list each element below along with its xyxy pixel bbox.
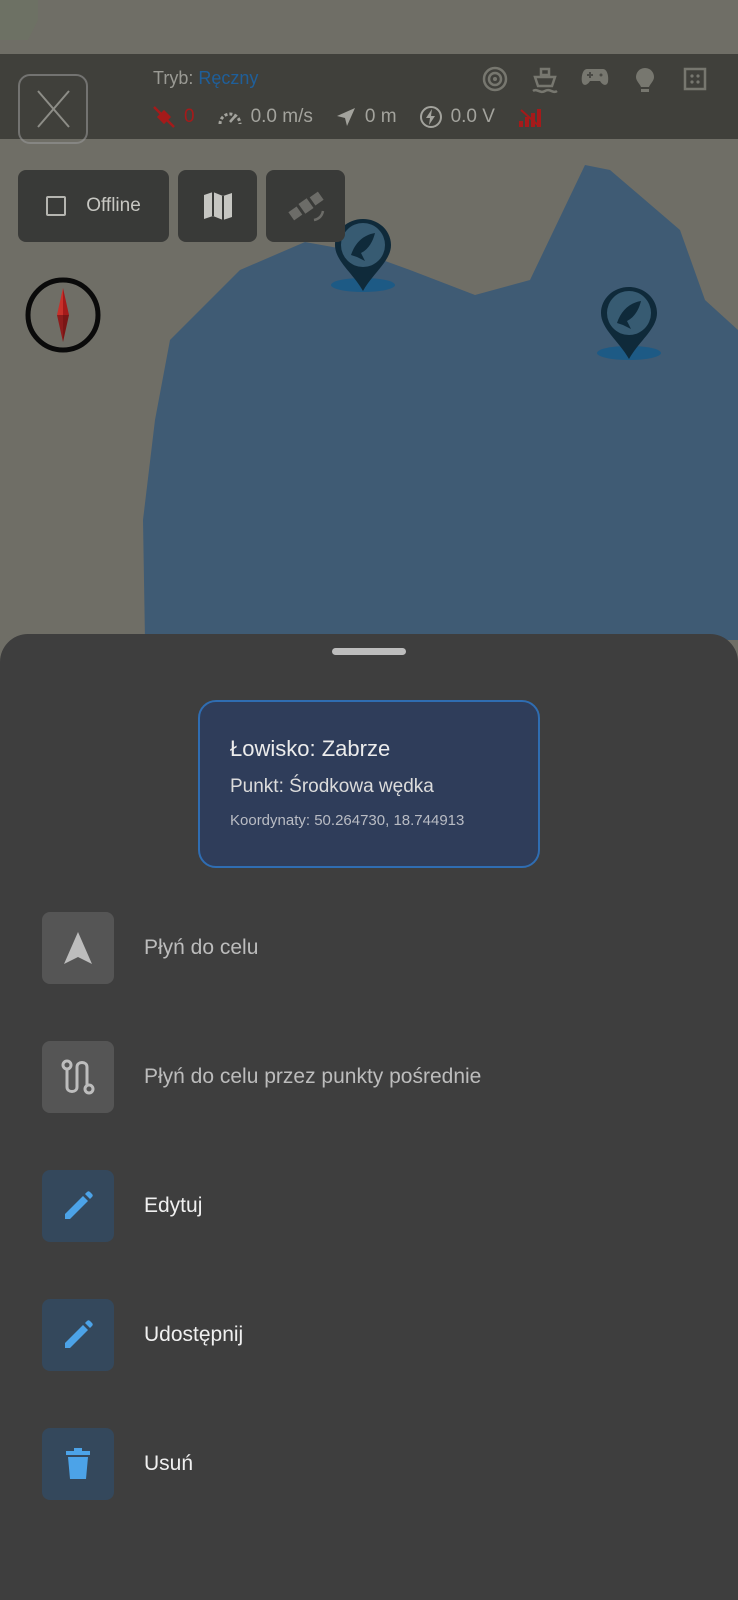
speedometer-icon <box>218 112 242 125</box>
trash-icon <box>66 1448 90 1479</box>
route-icon <box>61 1059 95 1095</box>
pencil-icon <box>65 1191 93 1219</box>
offline-toggle[interactable]: Offline <box>18 170 169 242</box>
action-label: Płyń do celu przez punkty pośrednie <box>144 1065 482 1088</box>
close-button[interactable] <box>18 74 88 144</box>
distance-stat: 0 m <box>335 106 397 128</box>
toolbar-icons <box>470 66 720 96</box>
speed-stat: 0.0 m/s <box>217 106 313 128</box>
offline-label: Offline <box>86 195 141 216</box>
lightbulb-icon <box>636 68 654 92</box>
telemetry-row: 0 0.0 m/s 0 m 0.0 V <box>152 104 573 130</box>
voltage-value: 0.0 V <box>450 106 495 127</box>
action-edit[interactable]: Edytuj <box>42 1170 692 1242</box>
point-name: Punkt: Środkowa wędka <box>230 776 434 797</box>
grid-button[interactable] <box>670 66 720 96</box>
distance-value: 0 m <box>364 106 397 127</box>
action-icon-box <box>42 912 114 984</box>
light-button[interactable] <box>620 66 670 96</box>
mode-label: Tryb: <box>153 68 194 88</box>
voltage-stat: 0.0 V <box>419 105 495 129</box>
fishery-name: Łowisko: Zabrze <box>230 736 391 761</box>
action-go-via-waypoints[interactable]: Płyń do celu przez punkty pośrednie <box>42 1041 692 1113</box>
location-info-card: Łowisko: Zabrze Punkt: Środkowa wędka Ko… <box>198 700 540 868</box>
compass[interactable] <box>24 276 102 354</box>
action-share[interactable]: Udostępnij <box>42 1299 692 1371</box>
gamepad-icon <box>581 69 609 85</box>
pencil-icon <box>65 1320 93 1348</box>
boat-icon <box>532 67 558 94</box>
voltage-icon <box>419 106 442 128</box>
action-go-to-target[interactable]: Płyń do celu <box>42 912 692 984</box>
close-icon <box>37 90 70 128</box>
offline-checkbox[interactable] <box>46 196 67 216</box>
satellite-icon <box>287 191 324 222</box>
mode-indicator: Tryb: Ręczny <box>153 68 258 89</box>
grid-icon <box>683 67 707 91</box>
signal-off-icon <box>518 109 541 127</box>
compass-icon <box>25 277 101 353</box>
signal-stat <box>517 106 551 128</box>
action-label: Płyń do celu <box>144 936 259 959</box>
map-type-button[interactable] <box>178 170 257 242</box>
satellite-count: 0 <box>184 106 195 127</box>
boat-button[interactable] <box>520 66 570 96</box>
action-label: Usuń <box>144 1452 194 1475</box>
fishing-spot-marker[interactable] <box>593 281 665 365</box>
bottom-sheet: Łowisko: Zabrze Punkt: Środkowa wędka Ko… <box>0 634 738 1600</box>
action-icon-box <box>42 1170 114 1242</box>
satellite-stat: 0 <box>152 105 195 129</box>
target-icon <box>482 66 508 92</box>
mode-value: Ręczny <box>198 68 259 88</box>
navigation-arrow-icon <box>64 932 92 964</box>
action-label: Udostępnij <box>144 1323 244 1346</box>
gamepad-button[interactable] <box>570 66 620 96</box>
coordinates: Koordynaty: 50.264730, 18.744913 <box>230 812 465 829</box>
navigation-icon <box>336 108 355 126</box>
action-icon-box <box>42 1299 114 1371</box>
satellite-view-button[interactable] <box>266 170 345 242</box>
satellite-off-icon <box>153 106 175 128</box>
fish-pin-icon <box>597 287 661 360</box>
action-label: Edytuj <box>144 1194 203 1217</box>
target-button[interactable] <box>470 66 520 96</box>
speed-value: 0.0 m/s <box>250 106 313 127</box>
action-icon-box <box>42 1428 114 1500</box>
map-icon <box>203 192 232 220</box>
action-delete[interactable]: Usuń <box>42 1428 692 1500</box>
drag-handle[interactable] <box>332 648 406 655</box>
action-icon-box <box>42 1041 114 1113</box>
